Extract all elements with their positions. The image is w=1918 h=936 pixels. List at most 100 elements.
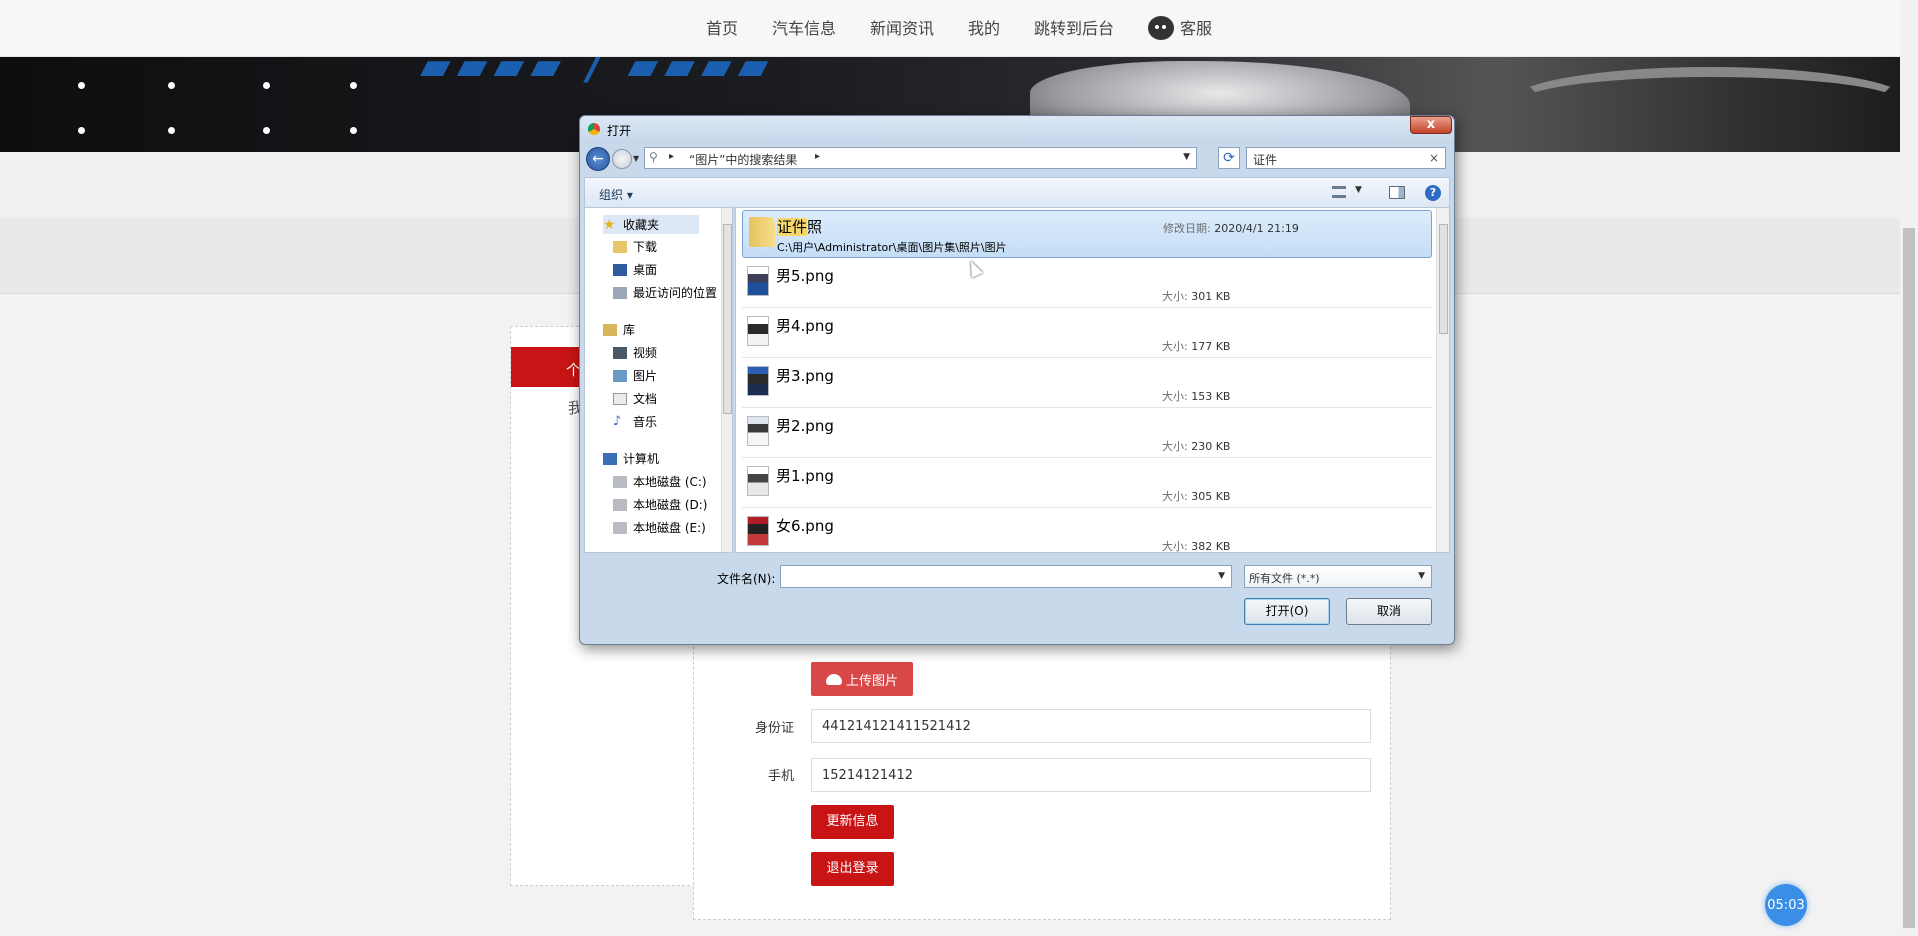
banner-dot [168, 82, 175, 89]
upload-button-label: 上传图片 [845, 673, 898, 689]
drive-icon [613, 521, 627, 534]
file-size: 大小: 177 KB [1162, 340, 1231, 353]
file-name: 男1.png [776, 467, 834, 485]
file-row[interactable]: 女6.png 大小: 382 KB [742, 510, 1432, 553]
top-nav: 首页 汽车信息 新闻资讯 我的 跳转到后台 客服 [0, 0, 1918, 57]
nav-favorites[interactable]: ★ 收藏夹 [603, 215, 700, 234]
drive-icon [613, 498, 627, 511]
file-name: 男4.png [776, 317, 834, 335]
nav-videos[interactable]: 视频 [613, 344, 657, 361]
dialog-close-button[interactable]: x [1410, 116, 1452, 134]
nav-home[interactable]: 首页 [689, 0, 755, 57]
phone-input[interactable]: 15214121412 [811, 758, 1371, 792]
file-name: 男5.png [776, 267, 834, 285]
organize-menu[interactable]: 组织 ▾ [599, 186, 633, 203]
open-button[interactable]: 打开(O) [1244, 598, 1330, 625]
nav-pictures[interactable]: 图片 [613, 367, 657, 384]
nav-admin[interactable]: 跳转到后台 [1017, 0, 1131, 57]
nav-drive-c[interactable]: 本地磁盘 (C:) [613, 473, 707, 490]
file-list: 证件照 C:\用户\Administrator\桌面\图片集\照片\图片 修改日… [735, 207, 1450, 553]
cloud-upload-icon [825, 673, 842, 685]
navigation-pane: ★ 收藏夹 下载 桌面 最近访问的位置 库 视频 图片 文档 ♪ 音乐 计算机 本地 [584, 207, 733, 553]
search-icon: ⚲ [649, 150, 658, 164]
road-graphic [1510, 67, 1910, 137]
address-breadcrumb[interactable]: “图片”中的搜索结果 [689, 151, 797, 168]
file-size: 大小: 153 KB [1162, 390, 1231, 403]
id-card-input[interactable]: 441214121411521412 [811, 709, 1371, 743]
file-row[interactable]: 男4.png 大小: 177 KB [742, 310, 1432, 358]
history-dropdown-icon[interactable]: ▼ [633, 154, 639, 163]
file-row[interactable]: 男2.png 大小: 230 KB [742, 410, 1432, 458]
drive-icon [613, 475, 627, 488]
cancel-button[interactable]: 取消 [1346, 598, 1432, 625]
nav-customer-service[interactable]: 客服 [1131, 0, 1229, 57]
scrollbar-thumb[interactable] [1439, 224, 1448, 334]
nav-desktop[interactable]: 桌面 [613, 261, 657, 278]
nav-downloads[interactable]: 下载 [613, 238, 657, 255]
chevron-down-icon[interactable]: ▼ [1183, 152, 1190, 162]
nav-drive-d[interactable]: 本地磁盘 (D:) [613, 496, 707, 513]
side-tab-active[interactable]: 个 [511, 347, 586, 387]
folder-path: C:\用户\Administrator\桌面\图片集\照片\图片 [777, 241, 1007, 254]
customer-service-label: 客服 [1180, 18, 1213, 38]
chevron-down-icon[interactable]: ▼ [1355, 185, 1362, 195]
timer-badge[interactable]: 05:03 [1765, 884, 1807, 926]
page-scrollbar-thumb[interactable] [1903, 228, 1915, 928]
nav-computer[interactable]: 计算机 [603, 450, 659, 467]
banner-dot [78, 127, 85, 134]
nav-recent[interactable]: 最近访问的位置 [613, 284, 717, 301]
file-size: 大小: 382 KB [1162, 540, 1231, 553]
nav-library[interactable]: 库 [603, 321, 635, 338]
address-bar[interactable]: ⚲ ▸ “图片”中的搜索结果 ▸ ▼ [644, 147, 1197, 169]
file-row[interactable]: 男1.png 大小: 305 KB [742, 460, 1432, 508]
filename-input[interactable]: ▼ [780, 565, 1232, 588]
file-row-folder[interactable]: 证件照 C:\用户\Administrator\桌面\图片集\照片\图片 修改日… [742, 210, 1432, 258]
nav-drive-e[interactable]: 本地磁盘 (E:) [613, 519, 706, 536]
dialog-titlebar[interactable]: 打开 x [580, 116, 1454, 144]
file-list-scrollbar[interactable] [1436, 208, 1449, 552]
nav-mine[interactable]: 我的 [951, 0, 1017, 57]
folder-icon [749, 217, 775, 247]
banner-slogan-graphic: ▰▰▰▰ / ▰▰▰▰ [420, 57, 775, 89]
filename-label: 文件名(N): [717, 572, 776, 586]
download-folder-icon [613, 240, 627, 253]
back-arrow-icon[interactable]: ← [586, 147, 610, 171]
file-name: 男3.png [776, 367, 834, 385]
refresh-icon[interactable]: ⟳ [1218, 147, 1240, 169]
search-input[interactable]: 证件 × [1246, 147, 1446, 169]
desktop-icon [613, 263, 627, 276]
nav-news[interactable]: 新闻资讯 [853, 0, 951, 57]
nav-music[interactable]: ♪ 音乐 [613, 413, 657, 430]
forward-arrow-icon[interactable] [612, 149, 632, 169]
upload-image-button[interactable]: 上传图片 [811, 662, 913, 696]
view-options-icon[interactable] [1332, 186, 1346, 198]
image-thumbnail [747, 516, 769, 546]
help-icon[interactable]: ? [1425, 185, 1441, 201]
video-icon [613, 346, 627, 359]
file-row[interactable]: 男5.png 大小: 301 KB [742, 260, 1432, 308]
star-icon: ★ [603, 216, 616, 233]
nav-documents[interactable]: 文档 [613, 390, 657, 407]
update-info-button[interactable]: 更新信息 [811, 805, 894, 839]
scrollbar-thumb[interactable] [723, 224, 732, 414]
recent-places-icon [613, 286, 627, 299]
file-open-dialog: 打开 x ← ▼ ⚲ ▸ “图片”中的搜索结果 ▸ ▼ ⟳ 证件 × 组织 ▾ … [579, 115, 1455, 645]
file-type-select[interactable]: 所有文件 (*.*) ▼ [1244, 565, 1432, 588]
page-scrollbar[interactable] [1900, 0, 1918, 936]
preview-pane-icon[interactable] [1389, 186, 1405, 199]
folder-name: 证件照 [777, 218, 823, 236]
chevron-down-icon[interactable]: ▼ [1418, 571, 1425, 581]
logout-button[interactable]: 退出登录 [811, 852, 894, 886]
dialog-title: 打开 [607, 124, 632, 138]
chevron-down-icon[interactable]: ▼ [1218, 571, 1225, 581]
phone-label: 手机 [767, 769, 794, 784]
file-size: 大小: 305 KB [1162, 490, 1231, 503]
banner-dot [350, 127, 357, 134]
file-size: 大小: 230 KB [1162, 440, 1231, 453]
image-thumbnail [747, 266, 769, 296]
file-row[interactable]: 男3.png 大小: 153 KB [742, 360, 1432, 408]
clear-search-icon[interactable]: × [1429, 151, 1439, 165]
nav-car-info[interactable]: 汽车信息 [755, 0, 853, 57]
library-icon [603, 323, 617, 336]
nav-pane-scrollbar[interactable] [721, 208, 732, 552]
